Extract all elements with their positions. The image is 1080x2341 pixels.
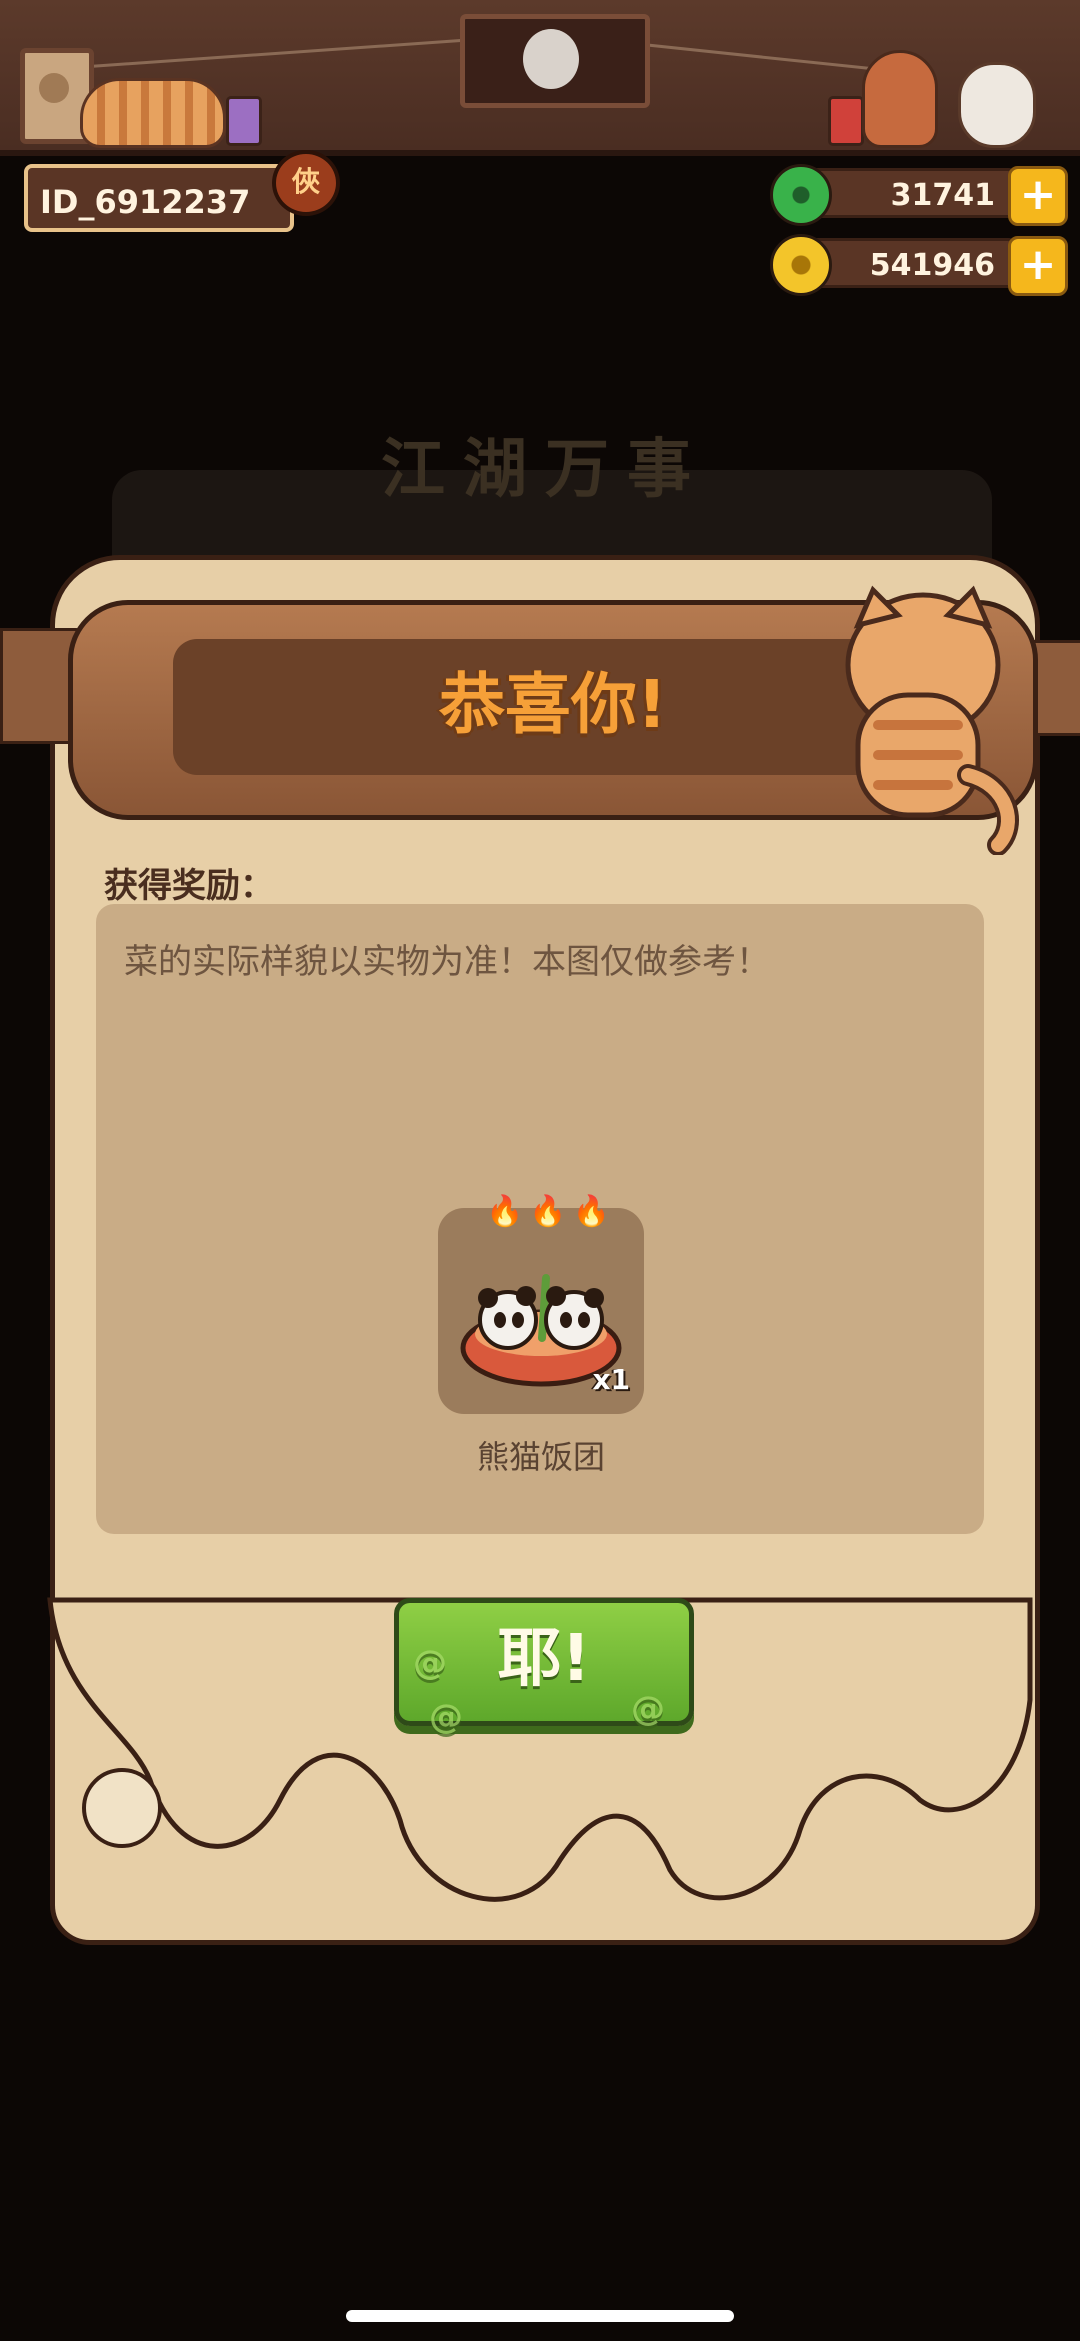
disclaimer-text: 菜的实际样貌以实物为准！本图仅做参考！: [124, 942, 770, 982]
flame-rating-icon: 🔥🔥🔥: [486, 1194, 617, 1229]
swirl-icon: @: [631, 1689, 665, 1729]
reward-item-name: 熊猫饭团: [476, 1438, 605, 1476]
swirl-icon: @: [429, 1697, 463, 1737]
reward-item-card[interactable]: 🔥🔥🔥 x1: [438, 1194, 644, 1414]
home-indicator[interactable]: [346, 2310, 734, 2322]
reward-label: 获得奖励：: [104, 866, 274, 906]
confirm-button-label: 耶!: [497, 1622, 591, 1696]
dough-ball-icon: [82, 1768, 162, 1848]
confirm-button[interactable]: @ @ @ 耶!: [394, 1598, 694, 1737]
reward-panel: 菜的实际样貌以实物为准！本图仅做参考！ 🔥🔥🔥 x1 熊猫饭团: [96, 904, 984, 1534]
hanging-cat-icon: [845, 585, 1019, 855]
reward-quantity: x1: [592, 1363, 630, 1396]
